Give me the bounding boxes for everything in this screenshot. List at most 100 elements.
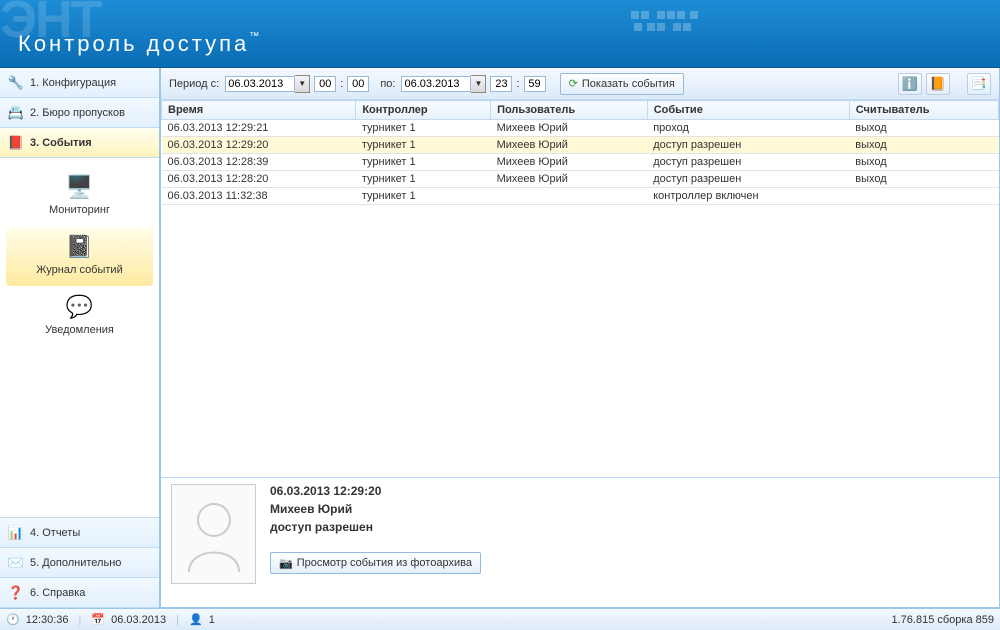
- chart-icon: 📊: [8, 525, 24, 541]
- user-icon: [189, 613, 203, 626]
- table-cell: выход: [849, 120, 998, 137]
- camera-icon: 📷: [279, 557, 293, 570]
- table-cell: доступ разрешен: [647, 154, 849, 171]
- status-version: 1.76.815 сборка 859: [892, 614, 995, 626]
- table-cell: выход: [849, 171, 998, 188]
- table-cell: 06.03.2013 12:28:39: [162, 154, 356, 171]
- excel-icon: 📑: [971, 76, 987, 92]
- header-decor: [630, 10, 980, 60]
- period-to-label: по:: [380, 78, 395, 90]
- details-panel: 06.03.2013 12:29:20 Михеев Юрий доступ р…: [161, 477, 999, 607]
- export-excel-button[interactable]: 📑: [967, 73, 991, 95]
- book-icon: 📕: [8, 135, 24, 151]
- grid-header[interactable]: Время: [162, 101, 356, 120]
- view-photo-button[interactable]: 📷 Просмотр события из фотоархива: [270, 552, 481, 574]
- table-cell: 06.03.2013 11:32:38: [162, 188, 356, 205]
- date-to-combo[interactable]: ▼: [401, 75, 486, 93]
- table-cell: доступ разрешен: [647, 171, 849, 188]
- status-date: 06.03.2013: [111, 614, 166, 626]
- nav-label: 5. Дополнительно: [30, 557, 121, 569]
- time-to-hour[interactable]: [490, 76, 512, 92]
- sub-label: Журнал событий: [36, 264, 122, 276]
- grid-header[interactable]: Контроллер: [356, 101, 491, 120]
- grid-header[interactable]: Событие: [647, 101, 849, 120]
- grid-header[interactable]: Считыватель: [849, 101, 998, 120]
- mail-icon: ✉️: [8, 555, 24, 571]
- monitor-icon: 🖥️: [10, 174, 149, 200]
- avatar: [171, 484, 256, 584]
- show-events-button[interactable]: ⟳ Показать события: [560, 73, 684, 95]
- table-row[interactable]: 06.03.2013 11:32:38турникет 1 контроллер …: [162, 188, 999, 205]
- clock-icon: [6, 613, 20, 626]
- table-cell: турникет 1: [356, 154, 491, 171]
- statusbar: 12:30:36 | 06.03.2013 | 1 1.76.815 сборк…: [0, 608, 1000, 630]
- wrench-icon: 🔧: [8, 75, 24, 91]
- table-cell: [849, 188, 998, 205]
- nav-help[interactable]: ❓6. Справка: [0, 578, 159, 608]
- nav-label: 1. Конфигурация: [30, 77, 116, 89]
- table-cell: выход: [849, 154, 998, 171]
- table-row[interactable]: 06.03.2013 12:28:20турникет 1Михеев Юрий…: [162, 171, 999, 188]
- journal-icon: 📓: [10, 234, 149, 260]
- sidebar: 🔧 1. Конфигурация 📇2. Бюро пропусков 📕 3. …: [0, 68, 160, 608]
- time-to-min[interactable]: [524, 76, 546, 92]
- sub-notifications[interactable]: 💬 Уведомления: [6, 288, 153, 346]
- nav-passes[interactable]: 📇2. Бюро пропусков: [0, 98, 159, 128]
- date-to-input[interactable]: [401, 76, 471, 92]
- table-cell: [491, 188, 648, 205]
- table-cell: турникет 1: [356, 137, 491, 154]
- toolbar: Период с: ▼ : по: ▼ : ⟳ Показать события: [161, 68, 999, 100]
- sub-label: Уведомления: [45, 324, 114, 336]
- table-row[interactable]: 06.03.2013 12:29:21турникет 1Михеев Юрий…: [162, 120, 999, 137]
- chevron-down-icon[interactable]: ▼: [295, 75, 310, 93]
- chevron-down-icon[interactable]: ▼: [471, 75, 486, 93]
- nav-label: 4. Отчеты: [30, 527, 80, 539]
- table-cell: выход: [849, 137, 998, 154]
- table-row[interactable]: 06.03.2013 12:29:20турникет 1Михеев Юрий…: [162, 137, 999, 154]
- table-cell: 06.03.2013 12:29:21: [162, 120, 356, 137]
- nav-label: 3. События: [30, 137, 92, 149]
- btn-label: Показать события: [582, 78, 675, 90]
- nav-events[interactable]: 📕 3. События: [0, 128, 159, 158]
- table-cell: 06.03.2013 12:28:20: [162, 171, 356, 188]
- table-cell: турникет 1: [356, 188, 491, 205]
- app-title: Контроль доступа™: [18, 31, 259, 57]
- details-user: Михеев Юрий: [270, 502, 989, 516]
- table-cell: контроллер включен: [647, 188, 849, 205]
- table-cell: Михеев Юрий: [491, 171, 648, 188]
- table-row[interactable]: 06.03.2013 12:28:39турникет 1Михеев Юрий…: [162, 154, 999, 171]
- table-cell: Михеев Юрий: [491, 154, 648, 171]
- bubble-icon: 💬: [10, 294, 149, 320]
- table-cell: Михеев Юрий: [491, 120, 648, 137]
- info-button[interactable]: ℹ️: [898, 73, 922, 95]
- sub-event-log[interactable]: 📓 Журнал событий: [6, 228, 153, 286]
- sub-label: Мониторинг: [49, 204, 110, 216]
- app-header: ЭНТ Контроль доступа™: [0, 0, 1000, 68]
- card-icon: 📇: [8, 105, 24, 121]
- refresh-icon: ⟳: [569, 77, 578, 90]
- details-info: 06.03.2013 12:29:20 Михеев Юрий доступ р…: [270, 484, 989, 574]
- nav-extra[interactable]: ✉️ 5. Дополнительно: [0, 548, 159, 578]
- book-icon: 📙: [930, 76, 946, 92]
- date-from-input[interactable]: [225, 76, 295, 92]
- nav-reports[interactable]: 📊 4. Отчеты: [0, 518, 159, 548]
- table-cell: турникет 1: [356, 120, 491, 137]
- grid-header[interactable]: Пользователь: [491, 101, 648, 120]
- time-from-min[interactable]: [347, 76, 369, 92]
- calendar-icon: [91, 613, 105, 626]
- sidebar-sub: 🖥️ Мониторинг 📓 Журнал событий 💬 Уведомлени…: [0, 158, 159, 518]
- nav-config[interactable]: 🔧 1. Конфигурация: [0, 68, 159, 98]
- time-from-hour[interactable]: [314, 76, 336, 92]
- btn-label: Просмотр события из фотоархива: [297, 557, 472, 569]
- nav-label: 6. Справка: [30, 587, 85, 599]
- table-cell: доступ разрешен: [647, 137, 849, 154]
- sub-monitoring[interactable]: 🖥️ Мониторинг: [6, 168, 153, 226]
- event-grid[interactable]: ВремяКонтроллерПользовательСобытиеСчитыв…: [161, 100, 999, 477]
- info-icon: ℹ️: [902, 76, 918, 92]
- details-time: 06.03.2013 12:29:20: [270, 484, 989, 498]
- legend-button[interactable]: 📙: [926, 73, 950, 95]
- table-cell: 06.03.2013 12:29:20: [162, 137, 356, 154]
- date-from-combo[interactable]: ▼: [225, 75, 310, 93]
- table-cell: проход: [647, 120, 849, 137]
- status-time: 12:30:36: [26, 614, 69, 626]
